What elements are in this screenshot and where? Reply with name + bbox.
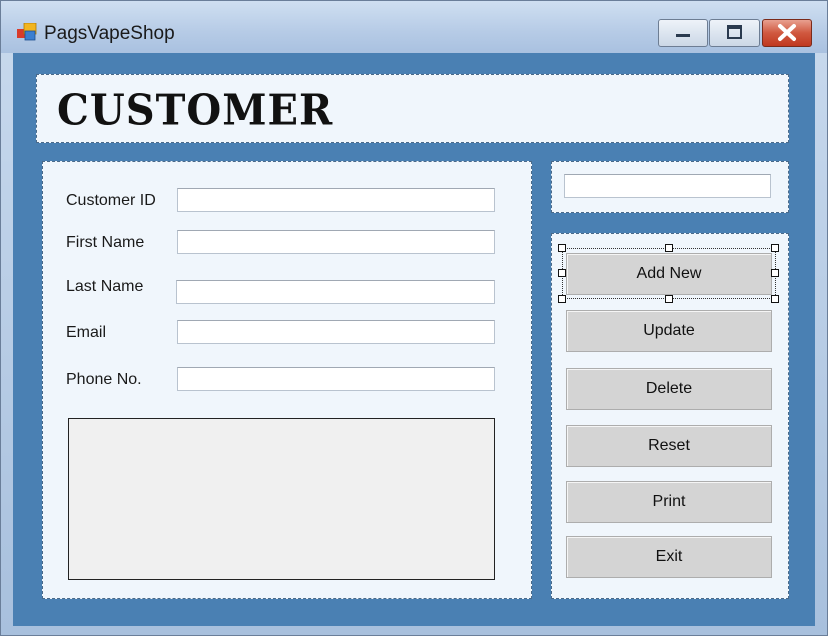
header-panel: CUSTOMER	[36, 74, 789, 143]
minimize-button[interactable]	[658, 19, 708, 47]
resize-handle-w[interactable]	[558, 269, 566, 277]
search-panel	[551, 161, 789, 213]
resize-handle-nw[interactable]	[558, 244, 566, 252]
maximize-button[interactable]	[709, 19, 760, 47]
phone-label: Phone No.	[66, 371, 142, 388]
selection-frame	[562, 248, 776, 299]
app-icon	[17, 23, 37, 41]
page-title: CUSTOMER	[57, 85, 334, 136]
title-bar[interactable]: PagsVapeShop	[1, 1, 827, 53]
first-name-input[interactable]	[177, 230, 495, 254]
app-window: PagsVapeShop CUSTOMER Customer ID First …	[0, 0, 828, 636]
client-area: CUSTOMER Customer ID First Name Last Nam…	[13, 53, 815, 626]
reset-button[interactable]: Reset	[566, 425, 772, 467]
exit-button[interactable]: Exit	[566, 536, 772, 578]
customer-id-label: Customer ID	[66, 192, 156, 209]
first-name-label: First Name	[66, 234, 145, 251]
email-label: Email	[66, 324, 107, 341]
update-button[interactable]: Update	[566, 310, 772, 352]
customer-id-input[interactable]	[177, 188, 495, 212]
resize-handle-ne[interactable]	[771, 244, 779, 252]
resize-handle-s[interactable]	[665, 295, 673, 303]
minimize-icon	[676, 34, 690, 37]
customer-data-grid[interactable]	[68, 418, 495, 580]
close-icon	[778, 24, 796, 41]
maximize-icon	[727, 25, 742, 39]
close-button[interactable]	[762, 19, 812, 47]
resize-handle-sw[interactable]	[558, 295, 566, 303]
side-top-input[interactable]	[564, 174, 771, 198]
email-input[interactable]	[177, 320, 495, 344]
print-button[interactable]: Print	[566, 481, 772, 523]
resize-handle-e[interactable]	[771, 269, 779, 277]
last-name-input[interactable]	[176, 280, 495, 304]
window-title: PagsVapeShop	[44, 23, 175, 44]
resize-handle-se[interactable]	[771, 295, 779, 303]
phone-input[interactable]	[177, 367, 495, 391]
actions-panel: Add New Update Delete Reset Print Exit	[551, 233, 789, 599]
delete-button[interactable]: Delete	[566, 368, 772, 410]
resize-handle-n[interactable]	[665, 244, 673, 252]
last-name-label: Last Name	[66, 278, 144, 295]
customer-form-panel: Customer ID First Name Last Name Email P…	[42, 161, 532, 599]
